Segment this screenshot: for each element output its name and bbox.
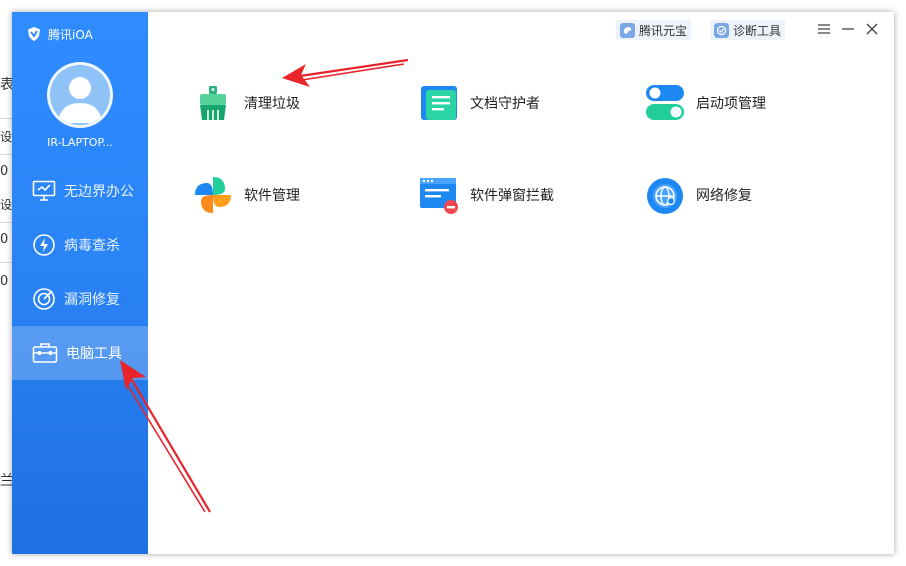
avatar[interactable] [47,62,113,128]
bg-fragment: 设 [0,130,13,144]
close-button[interactable] [862,20,882,38]
yuanbao-button[interactable]: 腾讯元宝 [616,20,692,40]
hamburger-menu-icon [818,24,830,34]
bg-fragment: 设 [0,198,13,212]
sidebar-item-borderless-office[interactable]: 无边界办公 [12,164,148,218]
bg-divider [0,222,12,223]
tool-startup-manager[interactable]: 启动项管理 [644,78,854,128]
user-silhouette-icon [58,77,102,123]
sidebar-item-pc-tools[interactable]: 电脑工具 [12,326,148,380]
tool-document-guardian[interactable]: 文档守护者 [418,78,628,128]
username: IR-LAPTOP... [47,136,113,149]
tool-network-repair[interactable]: 网络修复 [644,170,854,220]
bg-divider [0,154,12,155]
sidebar-item-label: 漏洞修复 [64,292,120,308]
app-brand: 腾讯iOA [26,24,93,44]
tool-label: 软件弹窗拦截 [470,188,554,204]
bg-fragment: 0 [0,164,9,179]
toolbox-icon [32,343,58,363]
tool-label: 网络修复 [696,188,752,204]
tool-clean-junk[interactable]: 清理垃圾 [192,78,402,128]
diagnose-icon [714,22,729,38]
sidebar: 腾讯iOA IR-LAPTOP... 无边界办公 病毒查杀 漏洞修复 电脑工具 [12,12,148,554]
sidebar-item-vulnerability-fix[interactable]: 漏洞修复 [12,272,148,326]
globe-icon [647,178,683,214]
document-icon [421,86,457,120]
bg-fragment: 0 [0,274,9,289]
sidebar-item-virus-scan[interactable]: 病毒查杀 [12,218,148,272]
sidebar-item-label: 无边界办公 [64,184,134,200]
monitor-icon [32,180,56,201]
yuanbao-icon [620,22,635,38]
popup-block-icon [420,178,458,214]
shield-bolt-icon [33,234,55,256]
tool-popup-blocker[interactable]: 软件弹窗拦截 [418,170,628,220]
close-icon [866,23,878,35]
tool-label: 软件管理 [244,188,300,204]
sidebar-item-label: 病毒查杀 [64,238,120,254]
app-title: 腾讯iOA [48,27,93,42]
broom-icon [200,86,226,120]
top-bar: 腾讯元宝 诊断工具 [594,12,894,46]
bg-fragment: 0 [0,232,9,247]
tool-label: 文档守护者 [470,96,540,112]
bg-divider [0,262,12,263]
ioa-logo-icon [28,27,40,41]
toggle-icon [646,85,684,120]
minimize-icon [842,28,854,30]
menu-button[interactable] [814,20,834,38]
diagnose-label: 诊断工具 [733,23,782,38]
yuanbao-label: 腾讯元宝 [639,23,688,38]
sidebar-item-label: 电脑工具 [66,346,122,362]
target-icon [33,288,55,310]
tool-label: 清理垃圾 [244,96,300,112]
bg-divider [0,118,12,119]
diagnose-tools-button[interactable]: 诊断工具 [710,20,786,40]
minimize-button[interactable] [838,20,858,38]
tool-label: 启动项管理 [696,96,766,112]
tool-software-manager[interactable]: 软件管理 [192,170,402,220]
ioa-app-window: 腾讯iOA IR-LAPTOP... 无边界办公 病毒查杀 漏洞修复 电脑工具 … [12,12,894,554]
clover-icon [195,177,231,213]
